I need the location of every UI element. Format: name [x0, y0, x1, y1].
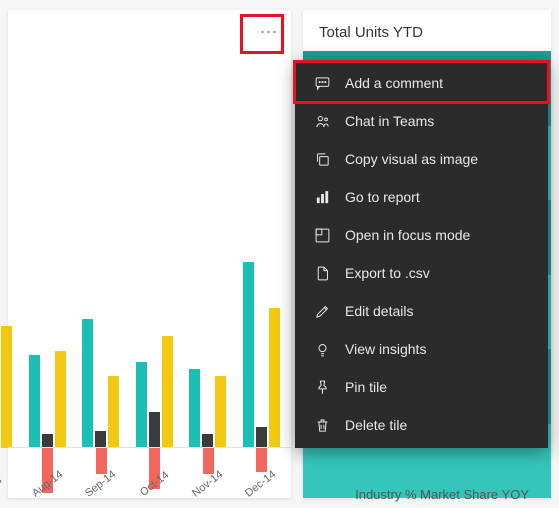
menu-item-label: Add a comment [345, 75, 443, 91]
menu-item-label: Open in focus mode [345, 227, 470, 243]
bar-chart: -14Aug-14Sep-14Oct-14Nov-14Dec-14 [8, 54, 291, 498]
menu-item-label: Delete tile [345, 417, 407, 433]
bar-teal [136, 362, 147, 448]
delete-icon [313, 416, 331, 434]
bar-yellow [269, 308, 280, 448]
bar-red [256, 448, 267, 472]
bar-yellow [162, 336, 173, 448]
edit-icon [313, 302, 331, 320]
bar-teal [243, 262, 254, 448]
bar-group [236, 262, 288, 448]
more-options-button[interactable]: ⋯ [253, 16, 285, 48]
menu-item-open-in-focus-mode[interactable]: Open in focus mode [295, 216, 548, 254]
bar-yellow [1, 326, 12, 448]
bar-teal [82, 319, 93, 448]
bar-dark [202, 434, 213, 448]
bar-yellow [215, 376, 226, 448]
bar-group [129, 336, 181, 448]
menu-item-chat-in-teams[interactable]: Chat in Teams [295, 102, 548, 140]
bar-teal [189, 369, 200, 448]
bar-yellow [55, 351, 66, 448]
bar-red [203, 448, 214, 474]
copy-icon [313, 150, 331, 168]
x-axis-label: -14 [0, 463, 19, 505]
menu-item-go-to-report[interactable]: Go to report [295, 178, 548, 216]
menu-item-label: Export to .csv [345, 265, 430, 281]
menu-item-label: Copy visual as image [345, 151, 478, 167]
insights-icon [313, 340, 331, 358]
menu-item-delete-tile[interactable]: Delete tile [295, 406, 548, 444]
menu-item-label: Pin tile [345, 379, 387, 395]
menu-item-label: Go to report [345, 189, 420, 205]
menu-item-label: Chat in Teams [345, 113, 434, 129]
bar-group [0, 276, 20, 448]
teams-icon [313, 112, 331, 130]
report-icon [313, 188, 331, 206]
bar-dark [149, 412, 160, 448]
menu-item-label: Edit details [345, 303, 413, 319]
bar-group [182, 369, 234, 448]
bar-group [22, 351, 74, 448]
menu-item-export-to-csv[interactable]: Export to .csv [295, 254, 548, 292]
context-menu: Add a comment Chat in Teams Copy visual as… [295, 60, 548, 448]
focus-icon [313, 226, 331, 244]
bar-dark [95, 431, 106, 448]
menu-item-view-insights[interactable]: View insights [295, 330, 548, 368]
menu-item-add-a-comment[interactable]: Add a comment [295, 64, 548, 102]
comment-icon [313, 74, 331, 92]
bar-dark [42, 434, 53, 448]
menu-item-pin-tile[interactable]: Pin tile [295, 368, 548, 406]
pin-icon [313, 378, 331, 396]
tile-title: Total Units YTD [303, 10, 551, 51]
chart-tile: ⋯ -14Aug-14Sep-14Oct-14Nov-14Dec-14 [8, 10, 291, 498]
bar-red [96, 448, 107, 474]
bar-dark [256, 427, 267, 449]
bar-teal [29, 355, 40, 448]
bottom-caption: Industry % Market Share YOY [355, 487, 529, 502]
menu-item-copy-visual-as-image[interactable]: Copy visual as image [295, 140, 548, 178]
menu-item-label: View insights [345, 341, 426, 357]
bar-yellow [108, 376, 119, 448]
bar-group [75, 319, 127, 448]
export-icon [313, 264, 331, 282]
menu-item-edit-details[interactable]: Edit details [295, 292, 548, 330]
